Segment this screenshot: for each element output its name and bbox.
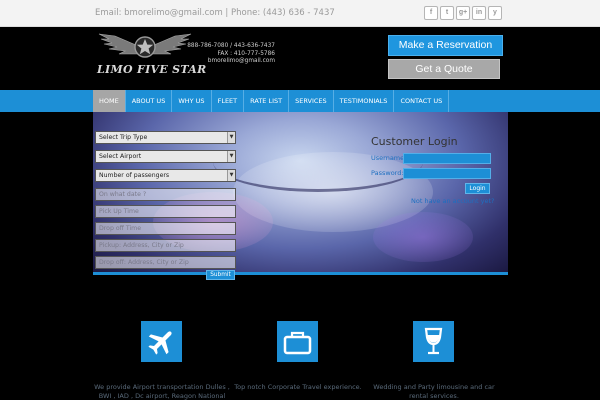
login-button[interactable]: Login	[465, 183, 490, 194]
date-input[interactable]: On what date ?	[95, 188, 236, 201]
nav-item-fleet[interactable]: FLEET	[212, 90, 245, 112]
briefcase-icon	[283, 331, 312, 355]
chevron-down-icon: ▼	[227, 170, 235, 181]
nav-item-rate-list[interactable]: RATE LIST	[244, 90, 290, 112]
make-reservation-button[interactable]: Make a Reservation	[388, 35, 503, 56]
dropoff-address-input[interactable]: Drop off: Address, City or Zip	[95, 256, 236, 269]
corporate-feature-tile[interactable]	[277, 321, 318, 362]
social-links: f t g+ in y	[424, 6, 502, 20]
linkedin-icon[interactable]: in	[472, 6, 486, 20]
chevron-down-icon: ▼	[227, 132, 235, 143]
pickup-address-input[interactable]: Pickup: Address, City or Zip	[95, 239, 236, 252]
username-label: Username	[371, 154, 405, 162]
wedding-feature-text: Wedding and Party limousine and car rent…	[373, 383, 495, 400]
signup-link[interactable]: Not have an account yet?	[411, 197, 494, 205]
banner-light-glow	[373, 212, 473, 262]
username-input[interactable]	[403, 153, 491, 164]
airport-select[interactable]: Select Airport ▼	[95, 150, 236, 163]
wedding-feature-tile[interactable]	[413, 321, 454, 362]
airport-value: Select Airport	[99, 153, 142, 160]
trip-type-value: Select Trip Type	[99, 134, 148, 141]
google-plus-icon[interactable]: g+	[456, 6, 470, 20]
header-contact-block: 888-786-7080 / 443-636-7437 FAX : 410-77…	[185, 43, 275, 66]
banner-bottom-border	[93, 272, 508, 275]
corporate-feature-text: Top notch Corporate Travel experience.	[234, 383, 362, 391]
customer-login-title: Customer Login	[371, 135, 458, 148]
trip-type-select[interactable]: Select Trip Type ▼	[95, 131, 236, 144]
nav-item-about-us[interactable]: ABOUT US	[126, 90, 173, 112]
top-contact-bar: Email: bmorelimo@gmail.com | Phone: (443…	[0, 0, 600, 27]
submit-button[interactable]: Submit	[206, 270, 235, 280]
pickup-time-input[interactable]: Pick Up Time	[95, 205, 236, 218]
passengers-select[interactable]: Number of passengers ▼	[95, 169, 236, 182]
airport-feature-tile[interactable]	[141, 321, 182, 362]
header-phone: 888-786-7080 / 443-636-7437	[187, 43, 275, 49]
airplane-icon	[148, 331, 172, 355]
passengers-value: Number of passengers	[99, 172, 170, 179]
get-quote-button[interactable]: Get a Quote	[388, 59, 500, 79]
header-email: bmorelimo@gmail.com	[207, 58, 275, 64]
airport-feature-text: We provide Airport transportation Dulles…	[94, 383, 230, 400]
twitter-icon[interactable]: t	[440, 6, 454, 20]
password-label: Password:	[371, 169, 404, 177]
chevron-down-icon: ▼	[227, 151, 235, 162]
main-nav: HOME ABOUT US WHY US FLEET RATE LIST SER…	[0, 90, 600, 112]
top-contact-text: Email: bmorelimo@gmail.com | Phone: (443…	[95, 8, 335, 18]
password-input[interactable]	[403, 168, 491, 179]
nav-item-why-us[interactable]: WHY US	[172, 90, 212, 112]
nav-item-contact-us[interactable]: CONTACT US	[394, 90, 450, 112]
site-header: LIMO FIVE STAR 888-786-7080 / 443-636-74…	[0, 27, 600, 90]
nav-item-home[interactable]: HOME	[93, 90, 126, 112]
dropoff-time-input[interactable]: Drop off Time	[95, 222, 236, 235]
wine-glass-icon	[424, 327, 443, 355]
yelp-icon[interactable]: y	[488, 6, 502, 20]
facebook-icon[interactable]: f	[424, 6, 438, 20]
nav-item-services[interactable]: SERVICES	[289, 90, 334, 112]
header-fax: FAX : 410-777-5786	[217, 50, 275, 57]
nav-item-testimonials[interactable]: TESTIMONIALS	[334, 90, 395, 112]
